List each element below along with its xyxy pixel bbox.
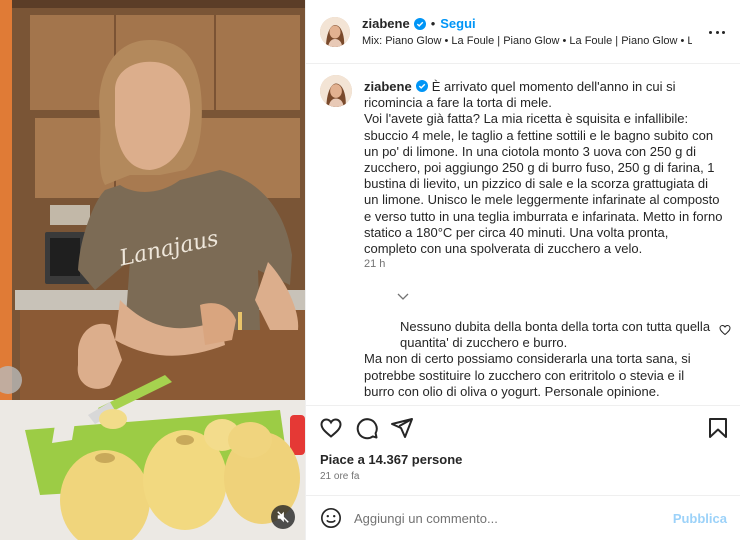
follow-button[interactable]: Segui [440,16,475,31]
comment-text: Nessuno dubita della bonta della torta c… [400,319,711,351]
likes-count[interactable]: Piace a 14.367 persone [320,452,462,467]
header-user-row: ziabene • Segui [362,16,476,31]
post-header: ziabene • Segui Mix: Piano Glow • La Fou… [306,0,740,64]
comment-item: Nessuno dubita della bonta della torta c… [364,319,714,400]
post-actions: Piace a 14.367 persone 21 ore fa [306,405,740,495]
share-icon[interactable] [390,416,414,440]
more-options-icon[interactable] [705,22,729,42]
caption-timestamp: 21 h [364,258,386,270]
comment-input[interactable] [354,506,654,530]
heart-icon[interactable] [319,416,343,440]
chevron-down-icon[interactable] [396,291,410,301]
avatar[interactable] [320,17,350,47]
mute-button[interactable] [271,505,295,529]
caption-body: Voi l'avete già fatta? La mia ricetta è … [364,111,723,257]
separator-dot: • [430,16,436,31]
add-comment-bar: Pubblica [306,495,740,540]
profile-photo [320,75,352,107]
verified-badge-icon [415,80,428,92]
comment-like-heart-icon[interactable] [719,324,731,336]
username[interactable]: ziabene [362,16,410,31]
audio-track-link[interactable]: Mix: Piano Glow • La Foule | Piano Glow … [362,35,692,47]
avatar[interactable] [320,75,352,107]
caption-username[interactable]: ziabene [364,79,412,94]
verified-badge-icon [413,17,426,30]
comments-section: ziabene È arrivato quel momento dell'anno… [306,65,740,405]
bookmark-icon[interactable] [706,416,730,440]
post-media[interactable]: Lanajaus [0,0,305,540]
post-timestamp: 21 ore fa [320,471,360,482]
post-panel: ziabene • Segui Mix: Piano Glow • La Fou… [305,0,740,540]
video-frame-image: Lanajaus [0,0,305,540]
profile-photo [320,17,350,47]
publish-button[interactable]: Pubblica [673,511,727,526]
comment-text-continued: Ma non di certo possiamo considerarla un… [364,351,691,399]
speaker-muted-icon [277,511,289,523]
emoji-icon[interactable] [320,507,342,529]
comment-icon[interactable] [355,416,379,440]
post-caption: ziabene È arrivato quel momento dell'anno… [364,79,724,257]
